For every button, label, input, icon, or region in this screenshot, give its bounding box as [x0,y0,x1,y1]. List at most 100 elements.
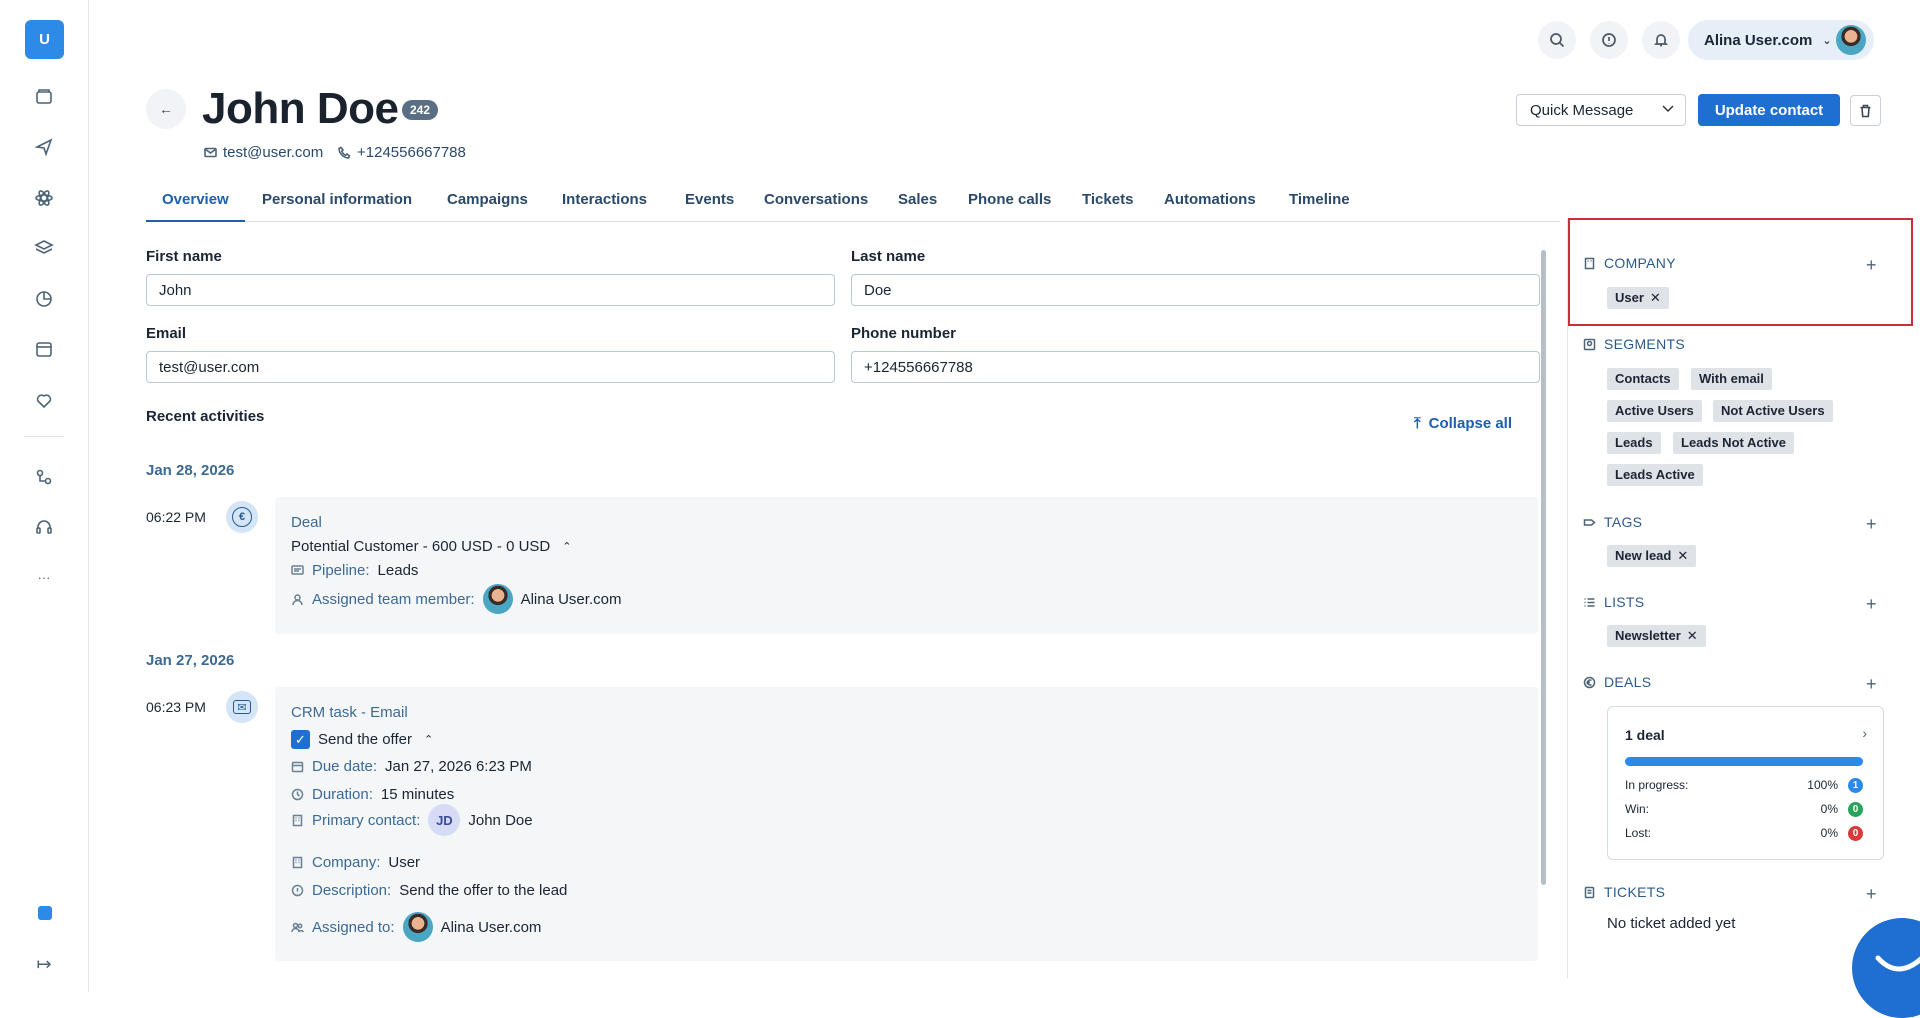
tickets-empty-text: No ticket added yet [1607,915,1736,932]
deals-count: 1 deal [1625,727,1665,743]
tab-sales[interactable]: Sales [882,184,953,222]
task-row[interactable]: ✓ Send the offer ⌃ [291,730,433,749]
first-name-field[interactable] [146,274,835,306]
date-header: Jan 28, 2026 [146,462,235,479]
collapse-all-button[interactable]: ⤒ Collapse all [1414,415,1512,432]
segment-chip[interactable]: Not Active Users [1713,400,1833,422]
segment-chip[interactable]: Contacts [1607,368,1679,390]
add-deal-button[interactable]: + [1866,675,1877,693]
more-icon[interactable]: ··· [30,563,58,591]
pipeline-icon [291,565,304,575]
activity-type[interactable]: Deal [291,514,322,531]
building-icon [292,856,303,869]
tab-timeline[interactable]: Timeline [1273,184,1366,222]
send-icon[interactable] [30,133,58,161]
user-icon [292,593,303,605]
stat-win: Win: 0% 0 [1625,802,1863,817]
close-icon: ✕ [1677,548,1689,563]
tag-heart-icon[interactable] [30,386,58,414]
chevron-down-icon [1662,105,1674,113]
recent-activities-title: Recent activities [146,408,265,425]
tab-campaigns[interactable]: Campaigns [431,184,544,222]
tab-phone-calls[interactable]: Phone calls [952,184,1067,222]
right-panel-divider [1567,218,1568,978]
tab-automations[interactable]: Automations [1148,184,1272,222]
trash-icon [1860,104,1871,117]
atom-icon[interactable] [30,184,58,212]
segments-section-header: SEGMENTS [1583,336,1685,352]
bell-icon [1653,34,1669,47]
scrollbar[interactable] [1541,250,1546,885]
segment-chip[interactable]: Leads Active [1607,464,1703,486]
app-logo[interactable]: U [25,20,64,59]
activity-time: 06:23 PM [146,699,206,715]
segment-chip[interactable]: With email [1691,368,1772,390]
chevron-up-icon: ⌃ [423,734,434,746]
tag-icon [1583,518,1596,526]
activity-time: 06:22 PM [146,509,206,525]
segment-chip[interactable]: Leads [1607,432,1661,454]
tag-chip[interactable]: New lead ✕ [1607,545,1697,567]
count-badge: 242 [402,100,439,120]
logout-icon[interactable]: ↦ [30,950,58,978]
back-button[interactable]: ← [146,89,186,129]
activity-type[interactable]: CRM task - Email [291,704,408,721]
header-phone[interactable]: +124556667788 [338,144,466,161]
deal-summary[interactable]: Potential Customer - 600 USD - 0 USD ⌃ [291,538,571,555]
chat-widget-button[interactable] [1852,918,1920,1018]
email-field[interactable] [146,351,835,383]
calendar-window-icon[interactable] [30,335,58,363]
description-row: Description: Send the offer to the lead [291,882,567,899]
deals-summary-card[interactable]: 1 deal › In progress: 100% 1 Win: 0% 0 Lost:… [1607,706,1884,860]
quick-message-select[interactable]: Quick Message [1516,94,1686,126]
tab-conversations[interactable]: Conversations [748,184,884,222]
delete-button[interactable] [1850,95,1881,126]
tab-bar: Overview Personal information Campaigns … [146,184,1560,222]
pipeline-row: Pipeline: Leads [291,562,418,579]
count-badge: 0 [1848,826,1863,841]
list-icon [1584,597,1595,607]
email-label: Email [146,325,187,342]
tags-section-header: TAGS [1583,514,1642,530]
tab-tickets[interactable]: Tickets [1066,184,1149,222]
mail-icon [204,147,217,158]
last-name-field[interactable] [851,274,1540,306]
tab-overview[interactable]: Overview [146,184,245,222]
headset-icon[interactable] [30,513,58,541]
rail-divider [24,436,64,437]
tickets-section-header: TICKETS [1583,884,1665,900]
header-email[interactable]: test@user.com [204,144,323,161]
flow-icon[interactable] [30,463,58,491]
update-contact-button[interactable]: Update contact [1698,94,1840,126]
avatar: JD [428,804,461,836]
phone-label: Phone number [851,325,957,342]
deals-progress-bar [1625,757,1863,766]
info-button[interactable] [1590,21,1628,59]
users-icon [291,922,304,933]
quick-message-label: Quick Message [1530,101,1634,119]
pie-chart-icon[interactable] [30,285,58,313]
left-rail: U ··· ↦ [0,0,89,992]
tab-events[interactable]: Events [669,184,750,222]
chevron-right-icon[interactable]: › [1862,725,1867,741]
user-menu[interactable]: Alina User.com ⌄ [1688,20,1874,60]
inbox-icon[interactable] [30,83,58,111]
layers-icon[interactable] [30,234,58,262]
tab-interactions[interactable]: Interactions [546,184,663,222]
help-widget-icon[interactable] [38,906,52,920]
list-chip[interactable]: Newsletter ✕ [1607,625,1706,647]
segment-chip[interactable]: Active Users [1607,400,1702,422]
tab-personal-information[interactable]: Personal information [246,184,428,222]
notifications-button[interactable] [1642,21,1680,59]
search-button[interactable] [1538,21,1576,59]
add-ticket-button[interactable]: + [1866,885,1877,903]
chevron-down-icon: ⌄ [1822,34,1832,47]
add-tag-button[interactable]: + [1866,515,1877,533]
add-list-button[interactable]: + [1866,595,1877,613]
avatar [1836,25,1866,55]
task-activity-card: CRM task - Email ✓ Send the offer ⌃ Due da… [275,687,1538,961]
assigned-row: Assigned team member: Alina User.com [291,584,621,614]
phone-field[interactable] [851,351,1540,383]
user-name: Alina User.com [1704,31,1813,49]
segment-chip[interactable]: Leads Not Active [1673,432,1794,454]
